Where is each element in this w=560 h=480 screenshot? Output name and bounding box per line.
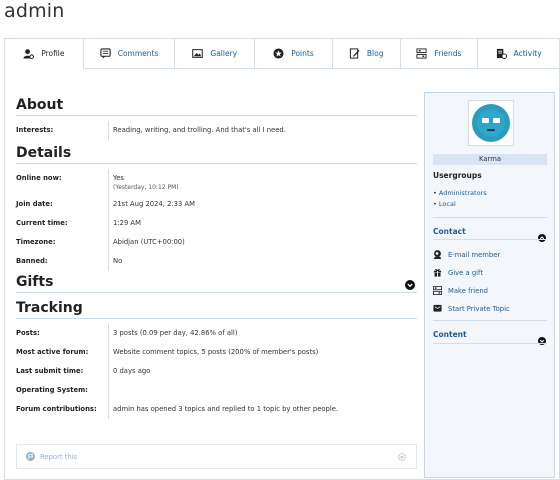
- report-icon: [26, 452, 35, 461]
- email-icon: [433, 250, 442, 259]
- report-link[interactable]: Report this: [40, 453, 77, 461]
- tab-comments[interactable]: Comments: [83, 39, 176, 68]
- last-submit-value: 0 days ago: [108, 362, 417, 381]
- tab-label: Activity: [513, 49, 542, 58]
- sidebar-divider: [433, 239, 547, 240]
- online-cell: Yes (Yesterday, 10:12 PM): [108, 169, 417, 195]
- start-private-topic-link[interactable]: Start Private Topic: [433, 304, 510, 313]
- email-member-link[interactable]: E-mail member: [433, 250, 500, 259]
- current-time-row: Current time: 1:29 AM: [16, 214, 417, 233]
- expand-toggle-icon[interactable]: [405, 277, 415, 290]
- about-heading: About: [16, 96, 417, 116]
- current-time-value: 1:29 AM: [108, 214, 417, 233]
- content-heading[interactable]: Content: [433, 330, 467, 339]
- contributions-row: Forum contributions: admin has opened 3 …: [16, 400, 417, 419]
- posts-row: Posts: 3 posts (0.09 per day, 42.86% of …: [16, 324, 417, 343]
- posts-label: Posts:: [16, 329, 40, 337]
- interests-row: Interests: Reading, writing, and trollin…: [16, 121, 417, 140]
- banned-value: No: [108, 252, 417, 271]
- active-forum-label: Most active forum:: [16, 348, 89, 356]
- profile-main: About Interests: Reading, writing, and t…: [16, 96, 417, 419]
- tab-label: Blog: [366, 49, 384, 58]
- tab-label: Gallery: [210, 49, 238, 58]
- contributions-value: admin has opened 3 topics and replied to…: [108, 400, 417, 419]
- private-topic-icon: [433, 304, 442, 312]
- gift-icon: [433, 268, 442, 277]
- last-submit-label: Last submit time:: [16, 367, 84, 375]
- expand-toggle-icon[interactable]: [538, 330, 546, 345]
- online-row: Online now: Yes (Yesterday, 10:12 PM): [16, 169, 417, 195]
- last-seen: (Yesterday, 10:12 PM): [113, 184, 179, 191]
- os-value: [108, 381, 417, 400]
- timezone-label: Timezone:: [16, 238, 56, 246]
- usergroup-item[interactable]: Local: [433, 199, 487, 210]
- banned-label: Banned:: [16, 257, 48, 265]
- gifts-heading[interactable]: Gifts: [16, 273, 417, 293]
- tab-label: Friends: [434, 49, 462, 58]
- timezone-row: Timezone: Abidjan (UTC+00:00): [16, 233, 417, 252]
- active-forum-value: Website comment topics, 5 posts (200% of…: [108, 343, 417, 362]
- banned-row: Banned: No: [16, 252, 417, 271]
- last-submit-row: Last submit time: 0 days ago: [16, 362, 417, 381]
- contact-label: Start Private Topic: [448, 304, 510, 313]
- profile-sidebar: Karma Usergroups Administrators Local Co…: [424, 92, 555, 478]
- posts-value: 3 posts (0.09 per day, 42.86% of all): [108, 324, 417, 343]
- os-label: Operating System:: [16, 386, 88, 394]
- timezone-value: Abidjan (UTC+00:00): [108, 233, 417, 252]
- usergroups-list: Administrators Local: [433, 188, 487, 210]
- contact-label: E-mail member: [448, 250, 501, 259]
- make-friend-link[interactable]: Make friend: [433, 286, 488, 295]
- usergroup-item[interactable]: Administrators: [433, 188, 487, 199]
- tab-profile[interactable]: Profile: [5, 39, 84, 70]
- tab-blog[interactable]: Blog: [332, 39, 401, 68]
- friends-icon: [416, 48, 427, 59]
- profile-tabs: Profile Comments Gallery Points Blog Fri…: [4, 38, 560, 70]
- active-forum-row: Most active forum: Website comment topic…: [16, 343, 417, 362]
- contact-label: Give a gift: [448, 268, 483, 277]
- contact-heading[interactable]: Contact: [433, 227, 466, 236]
- report-bar: Report this: [16, 444, 417, 469]
- current-time-label: Current time:: [16, 219, 68, 227]
- sidebar-divider: [433, 217, 547, 218]
- join-label: Join date:: [16, 200, 53, 208]
- contributions-label: Forum contributions:: [16, 405, 97, 413]
- online-value: Yes: [113, 174, 124, 182]
- points-icon: [273, 48, 284, 59]
- tab-label: Points: [291, 49, 314, 58]
- collapse-toggle-icon[interactable]: [538, 227, 546, 242]
- page-title: admin: [4, 0, 65, 22]
- join-value: 21st Aug 2024, 2:33 AM: [108, 195, 417, 214]
- friends-icon: [433, 286, 442, 295]
- tab-label: Comments: [117, 49, 159, 58]
- usergroups-heading: Usergroups: [433, 171, 482, 180]
- interests-value: Reading, writing, and trolling. And that…: [108, 121, 417, 140]
- user-icon: [23, 48, 35, 59]
- tracking-heading: Tracking: [16, 299, 417, 319]
- contact-label: Make friend: [448, 286, 488, 295]
- activity-icon: [496, 48, 507, 59]
- give-gift-link[interactable]: Give a gift: [433, 268, 483, 277]
- tab-gallery[interactable]: Gallery: [175, 39, 256, 68]
- interests-label: Interests:: [16, 126, 54, 134]
- gifts-heading-label: Gifts: [16, 274, 54, 290]
- os-row: Operating System:: [16, 381, 417, 400]
- comments-icon: [100, 48, 111, 59]
- tab-label: Profile: [41, 49, 65, 58]
- blog-icon: [349, 48, 360, 59]
- join-row: Join date: 21st Aug 2024, 2:33 AM: [16, 195, 417, 214]
- sidebar-divider: [433, 320, 547, 321]
- tab-friends[interactable]: Friends: [400, 39, 479, 68]
- karma-bar: Karma: [433, 154, 547, 165]
- tab-points[interactable]: Points: [255, 39, 333, 68]
- gallery-icon: [192, 48, 204, 59]
- tab-activity[interactable]: Activity: [478, 39, 559, 68]
- avatar-face-icon: [472, 104, 510, 142]
- sidebar-divider: [433, 343, 547, 344]
- details-heading: Details: [16, 144, 417, 164]
- gear-icon[interactable]: [397, 452, 407, 462]
- online-label: Online now:: [16, 174, 62, 182]
- avatar: [468, 100, 514, 146]
